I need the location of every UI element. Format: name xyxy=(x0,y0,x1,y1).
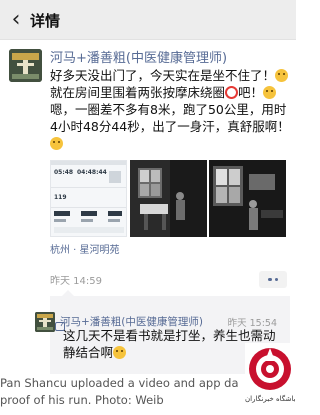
top-bar: ‹ 详情 xyxy=(0,0,296,40)
post-location[interactable]: 杭州 · 星河明苑 xyxy=(50,241,120,256)
surprised-emoji-icon xyxy=(263,86,277,99)
dot-icon xyxy=(274,277,278,282)
grin-emoji-icon xyxy=(50,137,63,150)
smile-emoji-icon xyxy=(275,69,289,82)
app-stat-3: 119 xyxy=(54,194,67,201)
logo-text: باشگاه خبرنگاران xyxy=(245,395,296,403)
page-title: 详情 xyxy=(30,12,61,30)
app-stat-1: 05:48 xyxy=(54,169,74,176)
comment-text-content: 这几天不是看书就是打坐，养生也需动静结合啊 xyxy=(63,328,276,360)
post-text-part-4: 嗯，一圈差不多有8米，跑了50公里，用时4小时48分44秒，出了一身汗，真舒服啊… xyxy=(50,102,290,134)
post-text-part-1: 好多天没出门了，今天实在是坐不住了！ xyxy=(50,68,276,83)
grin-emoji-icon xyxy=(113,346,127,359)
post-image-video-frame-2[interactable] xyxy=(209,160,286,237)
post-timestamp: 昨天 14:59 xyxy=(50,276,102,287)
author-avatar[interactable] xyxy=(9,49,42,82)
post-text: 好多天没出门了，今天实在是坐不住了！ 就在房间里围着两张按摩床绕圈 吧！ 嗯，一圈差不… xyxy=(50,67,290,152)
post-text-part-2: 就在房间里围着两张按摩床绕圈 xyxy=(50,85,226,100)
post-author-name[interactable]: 河马+潘善粗(中医健康管理师) xyxy=(50,47,227,66)
news-agency-logo: باشگاه خبرنگاران xyxy=(245,343,296,413)
post-image-video-frame-1[interactable] xyxy=(130,160,207,237)
back-arrow-icon[interactable]: ‹ xyxy=(6,9,26,31)
post-image-app-stats[interactable]: 05:48 04:48:44 119 xyxy=(50,160,127,237)
post-text-part-3: 吧！ xyxy=(238,85,264,100)
dot-icon xyxy=(268,277,272,282)
app-stat-2: 04:48:44 xyxy=(77,169,107,176)
more-options-button[interactable] xyxy=(259,271,287,288)
red-circle-emoji-icon xyxy=(225,86,239,99)
comment-author-avatar[interactable] xyxy=(35,312,55,332)
